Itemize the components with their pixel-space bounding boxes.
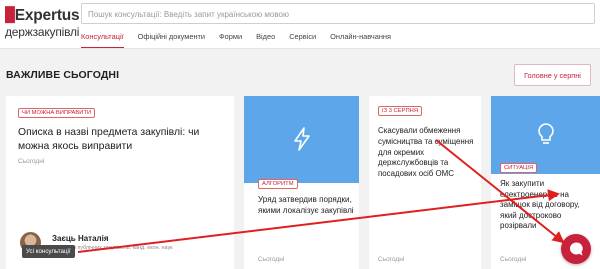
august-highlights-button[interactable]: Головне у серпні — [514, 64, 591, 86]
chat-bubble-icon — [569, 242, 583, 256]
article-card[interactable]: ІЗ 3 СЕРПНЯ Скасували обмеження сумісниц… — [369, 96, 481, 269]
section-title: ВАЖЛИВЕ СЬОГОДНІ — [6, 69, 120, 81]
nav-item-forms[interactable]: Форми — [219, 32, 242, 48]
logo-subtitle: держзакупівлі — [5, 24, 80, 39]
lightbulb-icon — [533, 121, 559, 147]
card-date: Сьогодні — [500, 256, 527, 263]
card-tag: АЛГОРИТМ — [258, 179, 298, 189]
article-card[interactable]: ЧИ МОЖНА ВИПРАВИТИ Описка в назві предме… — [6, 96, 234, 269]
search-input[interactable] — [82, 5, 594, 24]
main-nav: Консультації Офіційні документи Форми Ві… — [81, 32, 405, 48]
logo-mark-icon: █ — [5, 6, 15, 22]
nav-item-official-documents[interactable]: Офіційні документи — [138, 32, 205, 48]
all-consultations-tooltip: Усі консультації — [22, 245, 75, 258]
card-date: Сьогодні — [378, 256, 405, 263]
article-card[interactable]: АЛГОРИТМ Уряд затвердив порядки, якими л… — [244, 96, 359, 269]
card-title[interactable]: Описка в назві предмета закупівлі: чи мо… — [18, 126, 223, 154]
nav-item-services[interactable]: Сервіси — [289, 32, 316, 48]
card-title[interactable]: Уряд затвердив порядки, якими локалізує … — [258, 194, 354, 216]
card-tag: ІЗ 3 СЕРПНЯ — [378, 106, 423, 116]
card-title[interactable]: Скасували обмеження сумісництва та суміщ… — [378, 126, 476, 180]
nav-item-consultations[interactable]: Консультації — [81, 32, 124, 48]
card-tag: ЧИ МОЖНА ВИПРАВИТИ — [18, 108, 96, 118]
card-image — [244, 96, 359, 183]
logo[interactable]: █Expertus: держзакупівлі — [5, 6, 85, 39]
card-date: Сьогодні — [18, 158, 45, 165]
card-date: Сьогодні — [258, 256, 285, 263]
card-tag: СИТУАЦІЯ — [500, 163, 538, 173]
site-header: █Expertus: держзакупівлі Консультації Оф… — [0, 0, 600, 49]
nav-item-online-learning[interactable]: Онлайн-навчання — [330, 32, 391, 48]
search-box[interactable] — [81, 3, 595, 24]
author-name[interactable]: Заєць Наталія — [52, 234, 109, 243]
card-title[interactable]: Як закупити електроенергію на заміщок ві… — [500, 179, 596, 232]
nav-item-video[interactable]: Відео — [256, 32, 275, 48]
chat-button[interactable] — [561, 234, 591, 264]
lightning-icon — [289, 126, 315, 152]
logo-title: Expertus: — [14, 7, 85, 24]
